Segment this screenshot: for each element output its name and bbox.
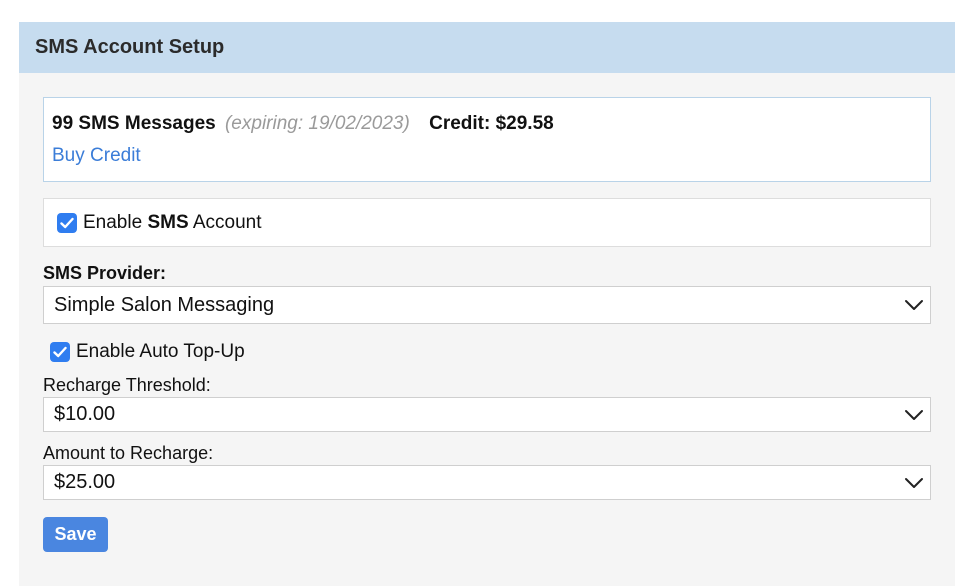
enable-label-sms: SMS — [147, 211, 189, 233]
check-icon — [60, 217, 74, 228]
sms-provider-select[interactable]: Simple Salon Messaging — [43, 286, 931, 324]
expiry-date: (expiring: 19/02/2023) — [224, 113, 410, 134]
auto-topup-checkbox[interactable] — [50, 342, 70, 362]
check-icon — [53, 346, 67, 358]
chevron-down-icon — [905, 300, 923, 310]
panel-title: SMS Account Setup — [35, 36, 225, 58]
sms-message-count: 99 SMS Messages — [52, 113, 216, 134]
auto-topup-label: Enable Auto Top-Up — [76, 341, 245, 362]
amount-to-recharge-value: $25.00 — [54, 471, 116, 493]
enable-sms-account-checkbox[interactable] — [57, 212, 77, 233]
credit-line: 99 SMS Messages (expiring: 19/02/2023) C… — [52, 112, 930, 136]
amount-to-recharge-select[interactable]: $25.00 — [43, 465, 931, 500]
buy-credit-link[interactable]: Buy Credit — [52, 145, 141, 167]
sms-provider-value: Simple Salon Messaging — [54, 293, 275, 316]
recharge-threshold-label: Recharge Threshold: — [43, 375, 211, 395]
enable-sms-account-row: Enable SMS Account — [43, 198, 931, 247]
sms-account-setup-panel: SMS Account Setup 99 SMS Messages (expir… — [19, 22, 955, 586]
credit-summary-box: 99 SMS Messages (expiring: 19/02/2023) C… — [43, 97, 931, 182]
enable-label-prefix: Enable — [83, 211, 148, 233]
auto-topup-row: Enable Auto Top-Up — [50, 341, 245, 363]
amount-to-recharge-label: Amount to Recharge: — [43, 443, 214, 463]
panel-header: SMS Account Setup — [19, 22, 955, 73]
recharge-threshold-select[interactable]: $10.00 — [43, 397, 931, 432]
enable-sms-account-label: Enable SMS Account — [83, 212, 262, 234]
chevron-down-icon — [905, 477, 923, 488]
enable-label-suffix: Account — [188, 211, 262, 233]
chevron-down-icon — [905, 409, 923, 420]
recharge-threshold-value: $10.00 — [54, 403, 116, 425]
save-button[interactable]: Save — [43, 517, 108, 552]
sms-provider-label: SMS Provider: — [43, 263, 167, 283]
credit-balance: Credit: $29.58 — [429, 113, 554, 134]
